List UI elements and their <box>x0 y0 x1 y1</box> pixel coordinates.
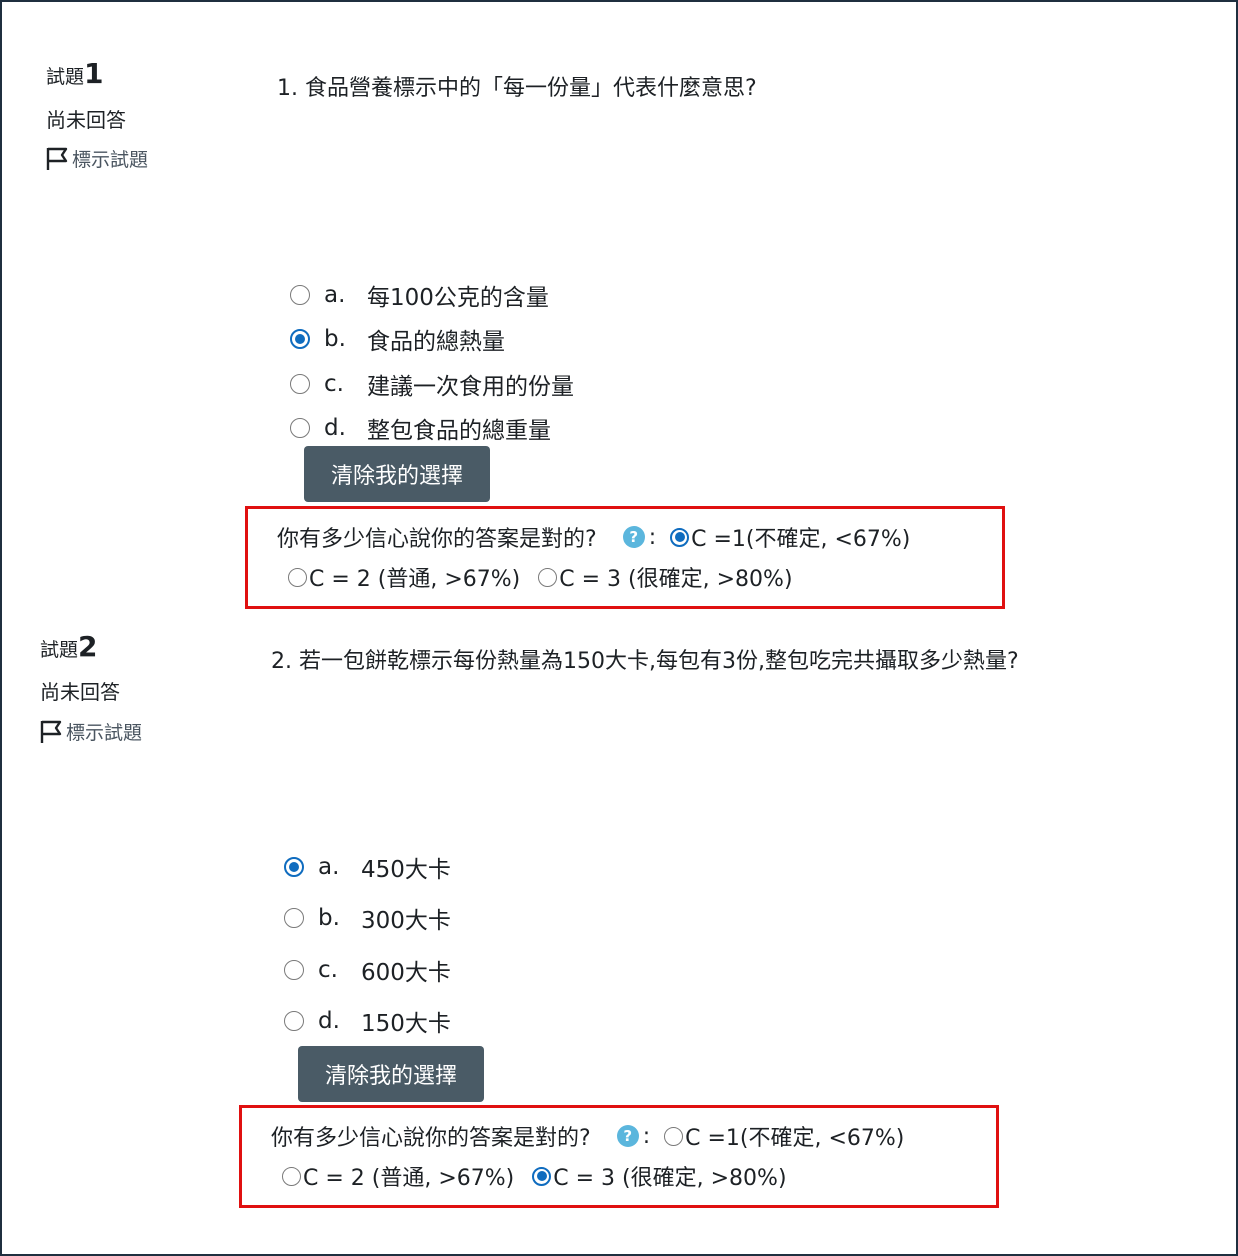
confidence-option-1: C =1(不確定, <67%) <box>691 527 911 552</box>
radio-button[interactable] <box>290 374 310 394</box>
answer-letter: d. <box>324 415 346 441</box>
question-1-answer-d[interactable]: d. 整包食品的總重量 <box>290 411 551 445</box>
radio-button[interactable] <box>284 857 304 877</box>
answer-text: 600大卡 <box>361 960 451 986</box>
answer-text: 每100公克的含量 <box>367 285 549 311</box>
help-question-icon[interactable]: ? <box>616 1125 639 1147</box>
question-label: 試題 <box>46 66 85 88</box>
answer-letter: b. <box>318 905 340 931</box>
question-1-flag-link[interactable]: 標示試題 <box>44 145 148 172</box>
confidence-line-2: C = 2 (普通, >67%) C = 3 (很確定, >80%) <box>282 1160 787 1192</box>
question-2-answer-c[interactable]: c. 600大卡 <box>284 953 451 987</box>
confidence-radio-2[interactable] <box>288 567 307 587</box>
question-1-text: 1. 食品營養標示中的「每一份量」代表什麼意思? <box>277 76 757 101</box>
flag-icon <box>40 720 62 743</box>
flag-label: 標示試題 <box>66 722 143 744</box>
question-2-flag-link[interactable]: 標示試題 <box>38 718 142 745</box>
quiz-page: 試題1 尚未回答 標示試題 1. 食品營養標示中的「每一份量」代表什麼意思? a… <box>0 0 1238 1256</box>
question-2-title: 試題2 <box>40 633 98 662</box>
confidence-prompt: 你有多少信心說你的答案是對的? <box>277 527 597 552</box>
confidence-box: 你有多少信心說你的答案是對的? ? : C =1(不確定, <67%) C = … <box>239 1105 999 1208</box>
confidence-option-2: C = 2 (普通, >67%) <box>309 567 521 592</box>
flag-label: 標示試題 <box>72 149 149 171</box>
confidence-prompt: 你有多少信心說你的答案是對的? <box>271 1126 591 1151</box>
question-1-answer-b[interactable]: b. 食品的總熱量 <box>290 322 505 356</box>
clear-choice-button[interactable]: 清除我的選擇 <box>298 1046 484 1102</box>
answer-letter: c. <box>318 957 338 983</box>
colon: : <box>642 1123 651 1149</box>
confidence-radio-2[interactable] <box>282 1166 301 1186</box>
question-2-text: 2. 若一包餅乾標示每份熱量為150大卡,每包有3份,整包吃完共攝取多少熱量? <box>271 649 1019 674</box>
clear-choice-button[interactable]: 清除我的選擇 <box>304 446 490 502</box>
answer-letter: a. <box>318 854 340 880</box>
question-label: 試題 <box>40 639 79 661</box>
confidence-line-1: 你有多少信心說你的答案是對的? ? : C =1(不確定, <67%) <box>271 1120 904 1152</box>
answer-text: 300大卡 <box>361 908 451 934</box>
flag-icon <box>46 147 68 170</box>
answer-text: 食品的總熱量 <box>367 329 505 355</box>
question-1-state: 尚未回答 <box>46 108 126 132</box>
question-2-answer-b[interactable]: b. 300大卡 <box>284 901 451 935</box>
confidence-radio-3[interactable] <box>538 567 558 587</box>
confidence-line-1: 你有多少信心說你的答案是對的? ? : C =1(不確定, <67%) <box>277 521 910 553</box>
confidence-option-1: C =1(不確定, <67%) <box>685 1126 905 1151</box>
radio-button[interactable] <box>284 908 304 928</box>
confidence-radio-1[interactable] <box>664 1126 684 1146</box>
question-1-answer-a[interactable]: a. 每100公克的含量 <box>290 278 549 312</box>
question-1-title: 試題1 <box>46 60 104 89</box>
colon: : <box>648 524 657 550</box>
confidence-option-3: C = 3 (很確定, >80%) <box>559 567 793 592</box>
radio-button[interactable] <box>290 418 310 438</box>
answer-letter: d. <box>318 1008 340 1034</box>
question-2-answer-a[interactable]: a. 450大卡 <box>284 850 451 884</box>
answer-text: 450大卡 <box>361 857 451 883</box>
confidence-option-3: C = 3 (很確定, >80%) <box>553 1166 787 1191</box>
question-number: 2 <box>78 630 98 663</box>
answer-text: 整包食品的總重量 <box>367 418 551 444</box>
answer-text: 建議一次食用的份量 <box>367 374 574 400</box>
question-1-answer-c[interactable]: c. 建議一次食用的份量 <box>290 367 574 401</box>
confidence-radio-3[interactable] <box>532 1166 552 1186</box>
answer-letter: a. <box>324 282 346 308</box>
answer-text: 150大卡 <box>361 1011 451 1037</box>
help-question-icon[interactable]: ? <box>622 526 645 548</box>
radio-button[interactable] <box>290 285 310 305</box>
confidence-radio-1[interactable] <box>670 527 690 547</box>
question-2-state: 尚未回答 <box>40 680 120 704</box>
radio-button[interactable] <box>284 1011 304 1031</box>
confidence-option-2: C = 2 (普通, >67%) <box>303 1166 515 1191</box>
answer-letter: c. <box>324 371 344 397</box>
confidence-line-2: C = 2 (普通, >67%) C = 3 (很確定, >80%) <box>288 561 793 593</box>
confidence-box: 你有多少信心說你的答案是對的? ? : C =1(不確定, <67%) C = … <box>245 506 1005 609</box>
radio-button[interactable] <box>290 329 310 349</box>
answer-letter: b. <box>324 326 346 352</box>
question-number: 1 <box>84 57 104 90</box>
radio-button[interactable] <box>284 960 304 980</box>
question-2-answer-d[interactable]: d. 150大卡 <box>284 1004 451 1038</box>
